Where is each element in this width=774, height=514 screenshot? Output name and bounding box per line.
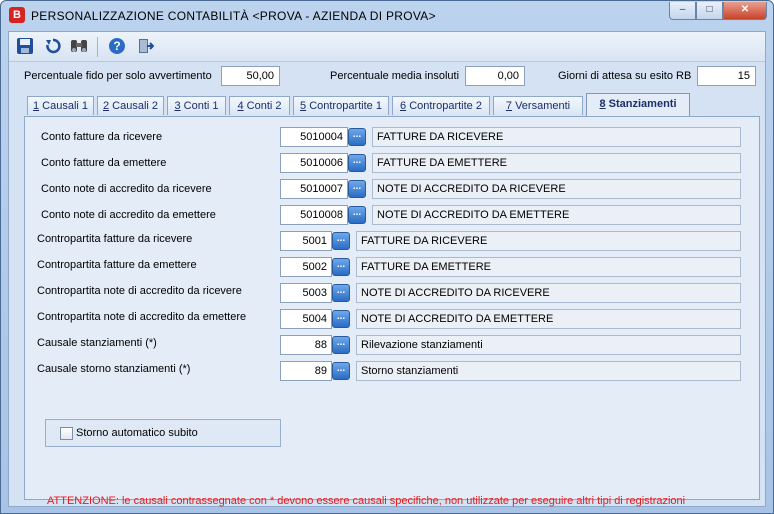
row-description: NOTE DI ACCREDITO DA RICEVERE [372, 179, 741, 199]
help-icon[interactable]: ? [107, 37, 127, 57]
exit-icon[interactable] [135, 37, 155, 57]
tab-conti-1[interactable]: 3 Conti 1 [167, 96, 226, 115]
window-controls: – □ ✕ [669, 2, 767, 20]
row-description: Rilevazione stanziamenti [356, 335, 741, 355]
storno-checkbox[interactable] [60, 427, 73, 440]
svg-text:?: ? [113, 39, 120, 53]
row-description: FATTURE DA RICEVERE [356, 231, 741, 251]
row-description: FATTURE DA RICEVERE [372, 127, 741, 147]
toolbar-separator [97, 37, 98, 57]
lookup-button[interactable]: ... [332, 362, 350, 380]
lookup-button[interactable]: ... [348, 206, 366, 224]
tab-stanziamenti[interactable]: 8 Stanziamenti [586, 93, 690, 116]
giorni-label: Giorni di attesa su esito RB [558, 70, 692, 82]
refresh-icon[interactable] [43, 37, 63, 57]
row-description: NOTE DI ACCREDITO DA RICEVERE [356, 283, 741, 303]
lookup-button[interactable]: ... [332, 232, 350, 250]
tab-causali-1[interactable]: 1 Causali 1 [27, 96, 94, 115]
warning-text: ATTENZIONE: le causali contrassegnate co… [47, 495, 686, 507]
row-label: Contropartita fatture da ricevere [37, 233, 193, 245]
contropartita-note-emettere-input[interactable]: 5004 [280, 309, 332, 329]
tab-versamenti[interactable]: 7 Versamenti [493, 96, 583, 115]
row-label: Conto note di accredito da ricevere [41, 183, 212, 195]
save-icon[interactable] [15, 37, 35, 57]
stanziamenti-panel: Conto fatture da ricevere 5010004 ... FA… [24, 116, 760, 507]
conto-fatture-ricevere-input[interactable]: 5010004 [280, 127, 348, 147]
tab-label: Contropartite 1 [306, 100, 382, 112]
row-description: NOTE DI ACCREDITO DA EMETTERE [356, 309, 741, 329]
window-title: PERSONALIZZAZIONE CONTABILITÀ <PROVA - A… [31, 9, 436, 23]
tab-label: Versamenti [512, 100, 571, 112]
causale-stanziamenti-input[interactable]: 88 [280, 335, 332, 355]
lookup-button[interactable]: ... [348, 154, 366, 172]
lookup-button[interactable]: ... [332, 336, 350, 354]
giorni-input[interactable]: 15 [697, 66, 756, 86]
lookup-button[interactable]: ... [348, 128, 366, 146]
row-description: NOTE DI ACCREDITO DA EMETTERE [372, 205, 741, 225]
row-label: Conto fatture da ricevere [41, 131, 163, 143]
insoluti-input[interactable]: 0,00 [465, 66, 525, 86]
row-label: Causale storno stanziamenti (*) [37, 363, 191, 375]
row-label: Contropartita fatture da emettere [37, 259, 197, 271]
tab-label: Causali 1 [39, 100, 89, 112]
lookup-button[interactable]: ... [332, 258, 350, 276]
conto-note-ricevere-input[interactable]: 5010007 [280, 179, 348, 199]
row-label: Causale stanziamenti (*) [37, 337, 157, 349]
lookup-button[interactable]: ... [348, 180, 366, 198]
storno-group: Storno automatico subito [45, 419, 281, 447]
fido-input[interactable]: 50,00 [221, 66, 280, 86]
tab-causali-2[interactable]: 2 Causali 2 [97, 96, 164, 115]
causale-storno-stanziamenti-input[interactable]: 89 [280, 361, 332, 381]
lookup-button[interactable]: ... [332, 284, 350, 302]
maximize-button[interactable]: □ [696, 2, 723, 20]
row-label: Conto fatture da emettere [41, 157, 167, 169]
tab-conti-2[interactable]: 4 Conti 2 [229, 96, 290, 115]
row-label: Conto note di accredito da emettere [41, 209, 216, 221]
contropartita-fatture-ricevere-input[interactable]: 5001 [280, 231, 332, 251]
close-button[interactable]: ✕ [723, 2, 767, 20]
row-label: Contropartita note di accredito da emett… [37, 311, 247, 323]
minimize-button[interactable]: – [669, 2, 696, 20]
tab-label: Conti 1 [180, 100, 219, 112]
toolbar: ? [9, 32, 765, 62]
title-bar: B PERSONALIZZAZIONE CONTABILITÀ <PROVA -… [1, 1, 773, 31]
row-description: FATTURE DA EMETTERE [372, 153, 741, 173]
conto-note-emettere-input[interactable]: 5010008 [280, 205, 348, 225]
app-logo-icon: B [9, 7, 25, 23]
storno-label[interactable]: Storno automatico subito [76, 427, 198, 439]
main-window: B PERSONALIZZAZIONE CONTABILITÀ <PROVA -… [0, 0, 774, 514]
fido-label: Percentuale fido per solo avvertimento [24, 70, 212, 82]
tab-label: Causali 2 [109, 100, 159, 112]
row-description: FATTURE DA EMETTERE [356, 257, 741, 277]
lookup-button[interactable]: ... [332, 310, 350, 328]
tab-label: Conti 2 [243, 100, 282, 112]
row-description: Storno stanziamenti [356, 361, 741, 381]
tab-contropartite-1[interactable]: 5 Contropartite 1 [293, 96, 389, 115]
contropartita-fatture-emettere-input[interactable]: 5002 [280, 257, 332, 277]
tab-label: Contropartite 2 [406, 100, 482, 112]
conto-fatture-emettere-input[interactable]: 5010006 [280, 153, 348, 173]
binoculars-icon[interactable] [69, 37, 89, 57]
tab-label: Stanziamenti [605, 98, 677, 110]
insoluti-label: Percentuale media insoluti [330, 70, 460, 82]
contropartita-note-ricevere-input[interactable]: 5003 [280, 283, 332, 303]
client-area: ? Percentuale fido per solo avvertimento… [8, 31, 766, 507]
row-label: Contropartita note di accredito da ricev… [37, 285, 242, 297]
tab-contropartite-2[interactable]: 6 Contropartite 2 [392, 96, 490, 115]
